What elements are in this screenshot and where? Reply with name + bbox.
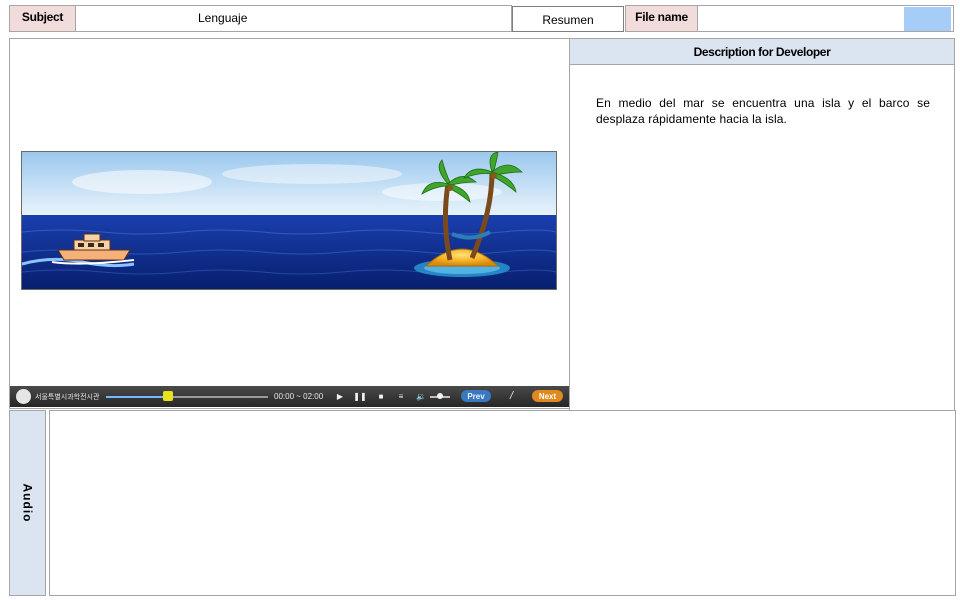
nav-separator: / <box>510 390 514 402</box>
subject-value-text: Lenguaje <box>198 10 248 25</box>
play-icon[interactable]: ▶ <box>335 391 345 401</box>
scene-illustration <box>21 151 557 290</box>
time-readout: 00:00 ~ 02:00 <box>274 392 324 401</box>
brand-logo-icon <box>16 389 31 404</box>
volume-handle-icon[interactable] <box>437 393 443 399</box>
prev-button-label: Prev <box>467 391 485 401</box>
description-text: En medio del mar se encuentra una isla y… <box>596 96 930 126</box>
sea-island-scene <box>22 152 556 289</box>
subject-label-text: Subject <box>21 9 64 24</box>
next-button-label: Next <box>538 391 557 401</box>
description-title: Description for Developer <box>570 39 954 65</box>
audio-label: Audio <box>9 410 46 596</box>
description-title-text: Description for Developer <box>693 44 831 59</box>
subject-label: Subject <box>9 5 76 32</box>
prev-button[interactable]: Prev <box>461 390 491 402</box>
pause-icon[interactable]: ❚❚ <box>353 391 366 401</box>
media-player-bar: 서울특별시과학전시관 00:00 ~ 02:00 ▶ ❚❚ ■ ≡ 🔉 Prev… <box>10 386 569 407</box>
progress-track[interactable] <box>106 396 268 398</box>
progress-handle-icon[interactable] <box>162 391 173 401</box>
menu-icon[interactable]: ≡ <box>396 391 406 401</box>
description-panel: Description for Developer En medio del m… <box>569 38 955 411</box>
next-button[interactable]: Next <box>532 390 563 402</box>
audio-label-text: Audio <box>20 483 35 523</box>
stop-icon[interactable]: ■ <box>376 391 386 401</box>
filename-color-swatch <box>904 7 951 31</box>
filename-label: File name <box>625 5 698 32</box>
progress-fill <box>106 396 168 398</box>
summary-text: Resumen <box>542 13 594 27</box>
audio-content-area[interactable] <box>49 410 956 596</box>
summary-field[interactable]: Resumen <box>512 6 624 32</box>
brand-name: 서울특별시과학전시관 <box>35 394 100 401</box>
subject-value-field[interactable]: Lenguaje <box>75 5 512 32</box>
volume-icon[interactable]: 🔉 <box>415 391 427 401</box>
filename-label-text: File name <box>635 9 688 24</box>
